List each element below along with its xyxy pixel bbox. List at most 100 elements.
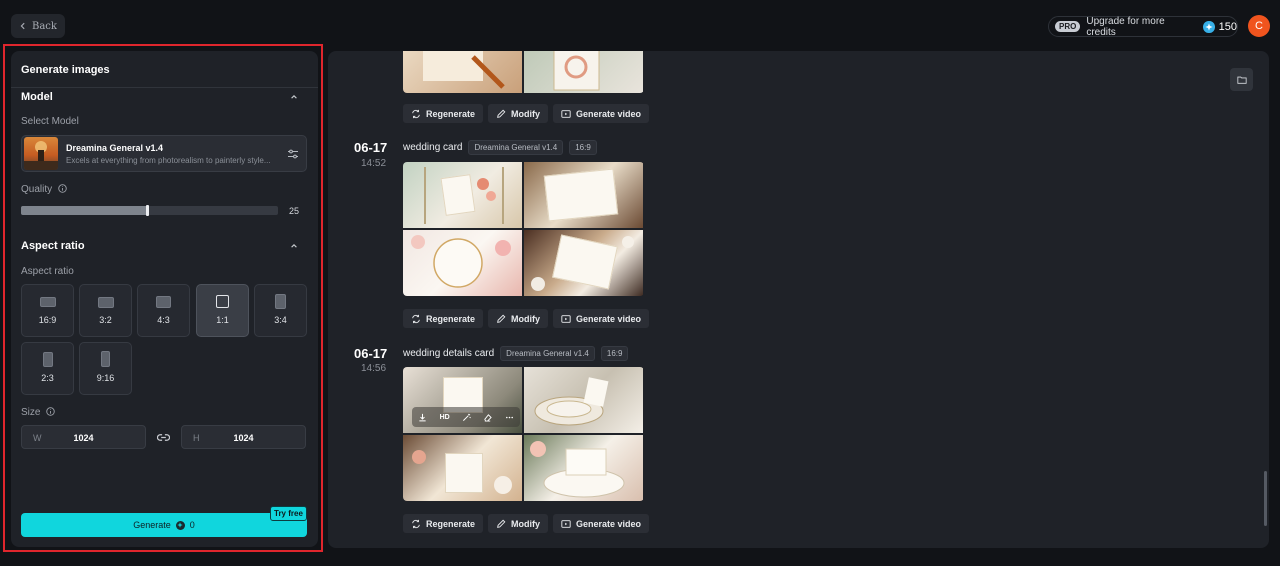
generate-label: Generate — [133, 520, 171, 530]
generated-image[interactable] — [403, 230, 522, 296]
settings-sliders-icon[interactable] — [287, 148, 299, 160]
history-feed[interactable]: Regenerate Modify Generate video 06-17 1… — [328, 51, 1269, 548]
generate-button[interactable]: Generate 0 — [21, 513, 307, 537]
regenerate-button[interactable]: Regenerate — [403, 514, 484, 533]
regenerate-label: Regenerate — [426, 313, 476, 324]
folder-button[interactable] — [1230, 68, 1253, 91]
image-grid: HD — [403, 367, 644, 501]
download-icon[interactable] — [418, 413, 427, 422]
height-input[interactable]: H 1024 — [181, 425, 306, 449]
image-actions: Regenerate Modify Generate video — [403, 514, 650, 533]
modify-button[interactable]: Modify — [488, 309, 549, 328]
video-icon — [561, 519, 571, 528]
credit-icon — [175, 520, 185, 530]
width-value: 1024 — [73, 433, 94, 443]
back-button[interactable]: Back — [11, 14, 65, 38]
quality-label-row: Quality — [21, 184, 67, 195]
generated-image[interactable] — [524, 435, 643, 501]
generated-image[interactable] — [524, 162, 643, 228]
ratio-16-9-shape-icon — [39, 297, 56, 307]
chevron-up-icon[interactable] — [290, 242, 298, 250]
generate-video-label: Generate video — [576, 313, 642, 324]
ratio-option-16-9[interactable]: 16:9 — [21, 284, 74, 337]
generated-image[interactable] — [403, 51, 522, 93]
ratio-option-3-4[interactable]: 3:4 — [254, 284, 307, 337]
model-section-header[interactable]: Model — [21, 91, 53, 103]
ratio-label: 1:1 — [216, 315, 229, 325]
quality-value: 25 — [289, 206, 300, 216]
image-actions: Regenerate Modify Generate video — [403, 309, 650, 328]
prompt-text[interactable]: wedding details card — [403, 348, 494, 359]
generated-image[interactable] — [524, 230, 643, 296]
info-icon[interactable] — [58, 184, 67, 193]
avatar[interactable]: C — [1248, 15, 1270, 37]
size-label: Size — [21, 407, 41, 418]
more-icon[interactable] — [505, 413, 514, 422]
generate-cost: 0 — [189, 520, 195, 530]
generate-video-button[interactable]: Generate video — [553, 514, 650, 533]
ratio-option-9-16[interactable]: 9:16 — [79, 342, 132, 395]
ratio-2-3-shape-icon — [42, 352, 53, 367]
quality-label: Quality — [21, 184, 53, 195]
chevron-up-icon[interactable] — [290, 93, 298, 101]
ratio-option-2-3[interactable]: 2:3 — [21, 342, 74, 395]
model-selector[interactable]: Dreamina General v1.4 Excels at everythi… — [21, 135, 307, 172]
modify-label: Modify — [511, 108, 541, 119]
video-icon — [561, 109, 571, 118]
generated-image[interactable] — [403, 162, 522, 228]
generate-video-button[interactable]: Generate video — [553, 309, 650, 328]
aspect-ratio-label: Aspect ratio — [21, 266, 74, 277]
ratio-label: 3:2 — [99, 315, 112, 325]
upgrade-button[interactable]: PRO Upgrade for more credits 150 — [1048, 15, 1238, 38]
generate-video-button[interactable]: Generate video — [553, 104, 650, 123]
generated-image[interactable]: HD — [403, 367, 522, 433]
quality-slider-handle[interactable] — [145, 205, 149, 216]
ratio-label: 16:9 — [38, 315, 57, 325]
ratio-4-3-shape-icon — [156, 296, 171, 308]
image-hover-toolbar: HD — [412, 407, 520, 427]
ratio-label: 2:3 — [41, 373, 54, 383]
modify-button[interactable]: Modify — [488, 104, 549, 123]
generated-image[interactable] — [403, 435, 522, 501]
magic-wand-icon[interactable] — [462, 413, 471, 422]
regenerate-button[interactable]: Regenerate — [403, 309, 484, 328]
pencil-icon — [497, 519, 506, 528]
modify-label: Modify — [511, 518, 541, 529]
height-value: 1024 — [233, 433, 254, 443]
image-grid — [403, 51, 644, 93]
group-time: 14:52 — [361, 158, 387, 169]
ratio-option-1-1[interactable]: 1:1 — [196, 284, 249, 337]
eraser-icon[interactable] — [483, 413, 493, 422]
modify-button[interactable]: Modify — [488, 514, 549, 533]
hd-upscale-button[interactable]: HD — [440, 414, 450, 421]
ratio-label: 3:4 — [274, 315, 287, 325]
link-icon[interactable] — [157, 431, 170, 444]
generate-video-label: Generate video — [576, 518, 642, 529]
back-label: Back — [32, 20, 57, 32]
pencil-icon — [497, 109, 506, 118]
card-illustration — [543, 168, 619, 222]
ratio-1-1-shape-icon — [216, 295, 229, 308]
ratio-9-16-shape-icon — [101, 351, 110, 367]
prompt-row: wedding card Dreamina General v1.4 16:9 — [403, 140, 597, 155]
regenerate-button[interactable]: Regenerate — [403, 104, 484, 123]
model-thumbnail — [24, 137, 58, 170]
ratio-tag: 16:9 — [569, 140, 597, 155]
info-icon[interactable] — [46, 407, 55, 416]
generated-image[interactable] — [524, 367, 643, 433]
ratio-option-3-2[interactable]: 3:2 — [79, 284, 132, 337]
regenerate-icon — [412, 109, 420, 118]
pro-badge: PRO — [1055, 21, 1081, 32]
modify-label: Modify — [511, 313, 541, 324]
regenerate-label: Regenerate — [426, 108, 476, 119]
ratio-option-4-3[interactable]: 4:3 — [137, 284, 190, 337]
quality-slider[interactable] — [21, 205, 278, 216]
prompt-text[interactable]: wedding card — [403, 142, 462, 153]
aspect-ratio-section-header[interactable]: Aspect ratio — [21, 240, 85, 252]
ratio-label: 9:16 — [96, 373, 115, 383]
width-input[interactable]: W 1024 — [21, 425, 146, 449]
scrollbar[interactable] — [1264, 471, 1267, 526]
upgrade-label: Upgrade for more credits — [1086, 15, 1165, 38]
regenerate-icon — [412, 519, 420, 528]
generated-image[interactable] — [524, 51, 643, 93]
